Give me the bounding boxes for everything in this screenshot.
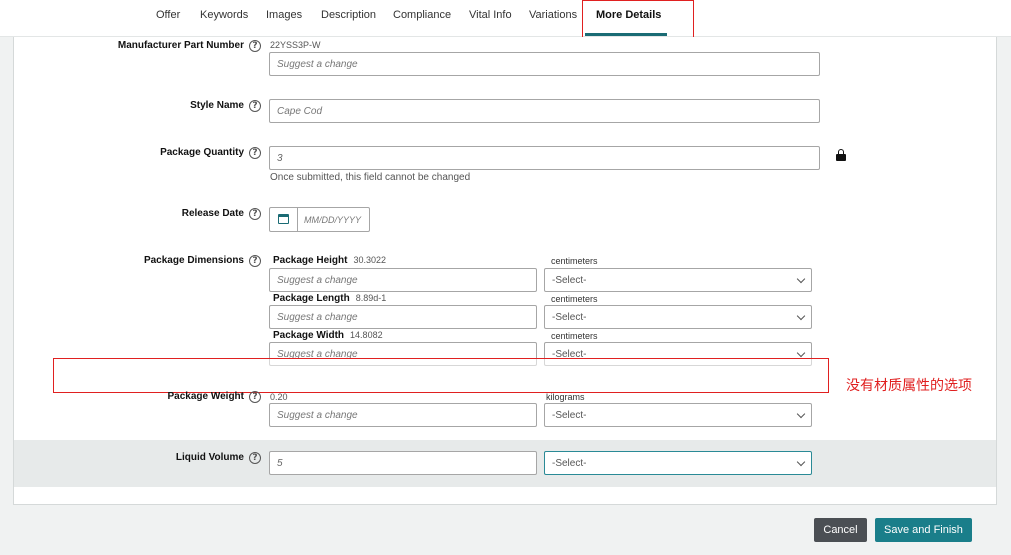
style-name-label: Style Name bbox=[190, 100, 244, 111]
package-weight-unit-select[interactable]: -Select- bbox=[544, 403, 812, 427]
package-height-current: 30.3022 bbox=[353, 255, 387, 265]
package-height-unit-label: centimeters bbox=[551, 256, 598, 266]
lock-icon bbox=[836, 149, 846, 161]
liquid-volume-input[interactable] bbox=[269, 451, 537, 475]
package-length-label: Package Length 8.89d-1 bbox=[273, 293, 387, 304]
calendar-icon bbox=[278, 214, 289, 224]
tab-description[interactable]: Description bbox=[321, 9, 376, 21]
help-icon[interactable]: ? bbox=[249, 255, 261, 267]
tab-offer[interactable]: Offer bbox=[156, 9, 180, 21]
package-weight-unit-label: kilograms bbox=[546, 392, 585, 402]
package-quantity-input[interactable] bbox=[269, 146, 820, 170]
style-name-input[interactable] bbox=[269, 99, 820, 123]
package-height-label: Package Height 30.3022 bbox=[273, 255, 387, 266]
top-tab-bar: Offer Keywords Images Description Compli… bbox=[0, 0, 1011, 37]
chevron-down-icon bbox=[796, 457, 806, 467]
package-length-unit-select[interactable]: -Select- bbox=[544, 305, 812, 329]
package-weight-label: Package Weight bbox=[167, 391, 244, 402]
active-tab-underline bbox=[585, 33, 667, 36]
manufacturer-part-number-label: Manufacturer Part Number bbox=[117, 40, 244, 51]
calendar-button[interactable] bbox=[270, 208, 298, 231]
package-dimensions-label: Package Dimensions bbox=[143, 255, 244, 266]
liquid-volume-unit-select[interactable]: -Select- bbox=[544, 451, 812, 475]
package-width-unit-label: centimeters bbox=[551, 331, 598, 341]
release-date-field bbox=[269, 207, 370, 232]
package-weight-current: 0.20 bbox=[270, 392, 288, 402]
package-width-unit-select[interactable]: -Select- bbox=[544, 342, 812, 366]
cancel-button[interactable]: Cancel bbox=[814, 518, 867, 542]
package-length-unit-label: centimeters bbox=[551, 294, 598, 304]
package-width-input[interactable] bbox=[269, 342, 537, 366]
chevron-down-icon bbox=[796, 274, 806, 284]
save-and-finish-button[interactable]: Save and Finish bbox=[875, 518, 972, 542]
release-date-input[interactable] bbox=[298, 208, 369, 231]
tab-keywords[interactable]: Keywords bbox=[200, 9, 248, 21]
chevron-down-icon bbox=[796, 409, 806, 419]
package-weight-input[interactable] bbox=[269, 403, 537, 427]
package-length-input[interactable] bbox=[269, 305, 537, 329]
manufacturer-part-number-current: 22YSS3P-W bbox=[270, 40, 321, 50]
chevron-down-icon bbox=[796, 348, 806, 358]
tab-images[interactable]: Images bbox=[266, 9, 302, 21]
tab-variations[interactable]: Variations bbox=[529, 9, 577, 21]
help-icon[interactable]: ? bbox=[249, 100, 261, 112]
package-quantity-label: Package Quantity bbox=[160, 147, 244, 158]
package-length-current: 8.89d-1 bbox=[355, 293, 387, 303]
package-height-unit-select[interactable]: -Select- bbox=[544, 268, 812, 292]
help-icon[interactable]: ? bbox=[249, 147, 261, 159]
liquid-volume-label: Liquid Volume bbox=[175, 452, 244, 463]
annotation-text: 没有材质属性的选项 bbox=[846, 378, 972, 394]
package-width-label: Package Width 14.8082 bbox=[273, 330, 383, 341]
help-icon[interactable]: ? bbox=[249, 452, 261, 464]
tab-vital-info[interactable]: Vital Info bbox=[469, 9, 512, 21]
help-icon[interactable]: ? bbox=[249, 391, 261, 403]
help-icon[interactable]: ? bbox=[249, 40, 261, 52]
chevron-down-icon bbox=[796, 311, 806, 321]
release-date-label: Release Date bbox=[181, 208, 244, 219]
tab-more-details[interactable]: More Details bbox=[596, 9, 661, 21]
help-icon[interactable]: ? bbox=[249, 208, 261, 220]
package-height-input[interactable] bbox=[269, 268, 537, 292]
manufacturer-part-number-input[interactable] bbox=[269, 52, 820, 76]
tab-compliance[interactable]: Compliance bbox=[393, 9, 451, 21]
package-quantity-hint: Once submitted, this field cannot be cha… bbox=[270, 172, 471, 183]
package-width-current: 14.8082 bbox=[350, 330, 383, 340]
